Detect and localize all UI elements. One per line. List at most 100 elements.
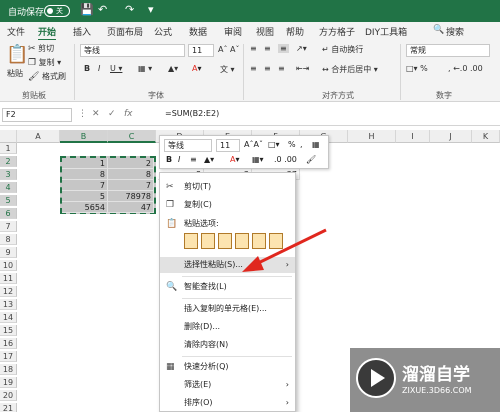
cell-b6[interactable]: 5654	[62, 202, 108, 213]
cell-c4[interactable]: 7	[108, 180, 154, 191]
font-color-icon[interactable]: A▾	[192, 64, 202, 73]
borders-icon[interactable]: ▦ ▾	[138, 64, 152, 73]
cancel-icon[interactable]: ✕	[92, 109, 100, 119]
cell-b5[interactable]: 5	[62, 191, 108, 202]
cell-c5[interactable]: 78978	[108, 191, 154, 202]
menu-insert-copied-cells[interactable]: 插入复制的单元格(E)...	[160, 301, 295, 317]
paste-icon[interactable]: 📋	[6, 44, 28, 65]
mini-italic-button[interactable]: I	[178, 155, 180, 164]
row-header[interactable]: 7	[0, 221, 17, 232]
tab-diy[interactable]: DIY工具箱	[365, 25, 407, 38]
mini-format-painter-icon[interactable]: 🖌	[306, 155, 316, 164]
comma-style-icon[interactable]: , ←.0 .00	[448, 64, 483, 73]
menu-filter[interactable]: 筛选(E) ›	[160, 377, 295, 393]
mini-number-format-icon[interactable]: □▾	[268, 140, 280, 149]
cut-button[interactable]: ✂ 剪切	[28, 43, 54, 54]
bold-button[interactable]: B	[84, 64, 90, 73]
align-center-icon[interactable]: ≡	[264, 64, 271, 73]
row-header[interactable]: 9	[0, 247, 17, 258]
italic-button[interactable]: I	[98, 64, 100, 73]
tab-help[interactable]: 帮助	[286, 25, 304, 38]
name-box[interactable]: F2	[2, 108, 72, 122]
row-header[interactable]: 4	[0, 182, 17, 193]
align-bottom-icon[interactable]: ≡	[278, 44, 289, 53]
row-header[interactable]: 19	[0, 377, 17, 388]
tab-search[interactable]: 搜索	[446, 25, 464, 38]
menu-clear-contents[interactable]: 清除内容(N)	[160, 337, 295, 353]
tab-formulas[interactable]: 公式	[154, 25, 172, 38]
fill-color-icon[interactable]: ▲▾	[168, 64, 178, 73]
row-header[interactable]: 2	[0, 156, 17, 167]
row-header[interactable]: 16	[0, 338, 17, 349]
tab-home[interactable]: 开始	[38, 25, 57, 41]
tab-review[interactable]: 审阅	[224, 25, 242, 38]
paste-formulas-icon[interactable]	[218, 233, 232, 249]
function-icon[interactable]: fx	[124, 109, 133, 119]
orientation-icon[interactable]: ↗▾	[296, 44, 307, 53]
mini-comma-icon[interactable]: ,	[300, 140, 303, 149]
col-header-a[interactable]: A	[17, 130, 60, 143]
tab-file[interactable]: 文件	[7, 25, 25, 38]
paste-values-icon[interactable]	[201, 233, 215, 249]
mini-percent-icon[interactable]: %	[288, 140, 296, 149]
menu-cut[interactable]: ✂ 剪切(T)	[160, 179, 295, 195]
col-header-c[interactable]: C	[108, 130, 156, 143]
cell-b4[interactable]: 7	[62, 180, 108, 191]
menu-smart-lookup[interactable]: 🔍 智能查找(L)	[160, 279, 295, 295]
autosave-toggle[interactable]: 关	[44, 5, 70, 17]
align-top-icon[interactable]: ≡	[250, 44, 257, 53]
indent-icon[interactable]: ⇤⇥	[296, 64, 309, 73]
col-header-j[interactable]: J	[430, 130, 472, 143]
col-header-k[interactable]: K	[472, 130, 500, 143]
tab-view[interactable]: 视图	[256, 25, 274, 38]
align-right-icon[interactable]: ≡	[278, 64, 285, 73]
row-header[interactable]: 11	[0, 273, 17, 284]
tab-page-layout[interactable]: 页面布局	[107, 25, 143, 38]
row-header[interactable]: 15	[0, 325, 17, 336]
mini-decimal-icon[interactable]: .0 .00	[274, 155, 297, 164]
row-header[interactable]: 21	[0, 403, 17, 412]
enter-icon[interactable]: ✓	[108, 109, 116, 119]
undo-icon[interactable]: ↶	[98, 3, 107, 16]
row-header[interactable]: 14	[0, 312, 17, 323]
cell-c6[interactable]: 47	[108, 202, 154, 213]
currency-icon[interactable]: □▾ %	[406, 64, 428, 73]
font-name-box[interactable]: 等线	[80, 44, 185, 57]
row-header[interactable]: 18	[0, 364, 17, 375]
cell-c2[interactable]: 2	[108, 158, 154, 169]
paste-option-icon[interactable]	[184, 233, 198, 249]
grow-font-icon[interactable]: Aˆ Aˇ	[218, 45, 240, 54]
format-painter-button[interactable]: 🖌 格式刷	[28, 71, 66, 82]
cell-c3[interactable]: 8	[108, 169, 154, 180]
number-format-box[interactable]: 常规	[406, 44, 490, 57]
phonetic-icon[interactable]: 文 ▾	[220, 64, 235, 75]
mini-bold-button[interactable]: B	[166, 155, 172, 164]
row-header[interactable]: 13	[0, 299, 17, 310]
mini-table-icon[interactable]: ▦	[312, 140, 320, 149]
row-header[interactable]: 17	[0, 351, 17, 362]
mini-borders-icon[interactable]: ▦▾	[252, 155, 264, 164]
align-middle-icon[interactable]: ≡	[264, 44, 271, 53]
row-header[interactable]: 1	[0, 143, 17, 154]
menu-quick-analysis[interactable]: ▦ 快速分析(Q)	[160, 359, 295, 375]
row-header[interactable]: 6	[0, 208, 17, 219]
row-header[interactable]: 5	[0, 195, 17, 206]
row-header[interactable]: 12	[0, 286, 17, 297]
mini-font-color-icon[interactable]: A▾	[230, 155, 240, 164]
tab-data[interactable]: 数据	[189, 25, 207, 38]
tab-ffgz[interactable]: 方方格子	[319, 25, 355, 38]
font-size-box[interactable]: 11	[188, 44, 214, 57]
row-header[interactable]: 20	[0, 390, 17, 401]
customize-qat-icon[interactable]: ▾	[148, 3, 154, 16]
mini-font-size[interactable]: 11	[216, 139, 240, 152]
paste-button[interactable]: 粘贴	[7, 68, 23, 79]
tab-insert[interactable]: 插入	[73, 25, 91, 38]
col-header-i[interactable]: I	[396, 130, 430, 143]
mini-grow-font-icon[interactable]: AˆAˇ	[244, 140, 263, 149]
menu-copy[interactable]: ❐ 复制(C)	[160, 197, 295, 213]
redo-icon[interactable]: ↷	[125, 3, 134, 16]
align-left-icon[interactable]: ≡	[250, 64, 257, 73]
cell-b3[interactable]: 8	[62, 169, 108, 180]
menu-delete[interactable]: 删除(D)...	[160, 319, 295, 335]
search-icon[interactable]: 🔍	[433, 25, 444, 35]
